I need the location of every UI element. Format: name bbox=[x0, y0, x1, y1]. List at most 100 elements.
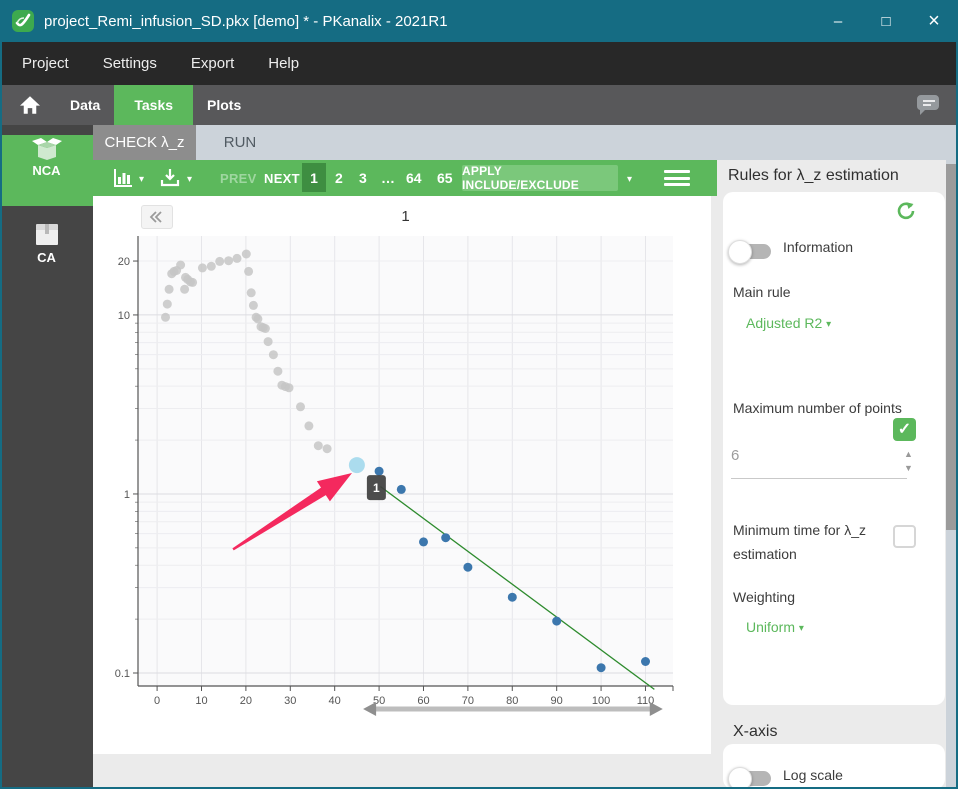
close-button[interactable]: × bbox=[910, 0, 958, 42]
sidebar-item-nca[interactable]: NCA bbox=[0, 135, 93, 206]
included-point[interactable] bbox=[463, 562, 473, 572]
log-scale-toggle-knob[interactable] bbox=[728, 767, 752, 789]
prev-page-button[interactable]: PREV bbox=[220, 171, 257, 186]
y-tick-label: 1 bbox=[124, 489, 130, 501]
y-tick-label: 0.1 bbox=[115, 668, 130, 680]
excluded-point[interactable] bbox=[248, 300, 258, 310]
nav-tab-tasks[interactable]: Tasks bbox=[114, 85, 194, 125]
included-point[interactable] bbox=[374, 466, 384, 476]
menu-help[interactable]: Help bbox=[268, 55, 299, 72]
max-points-input-underline bbox=[731, 478, 907, 479]
apply-caret-icon[interactable]: ▾ bbox=[627, 174, 632, 185]
excluded-point[interactable] bbox=[161, 312, 170, 322]
excluded-point[interactable] bbox=[176, 260, 186, 270]
page-button-65[interactable]: 65 bbox=[437, 170, 453, 186]
nav-tab-data[interactable]: Data bbox=[56, 85, 114, 125]
chart-panel: 0 10 20 30 40 50 60 70 80 90 100 110 20 10 1 0.1 1 1 bbox=[93, 196, 711, 754]
included-point[interactable] bbox=[419, 537, 428, 547]
weighting-dropdown[interactable]: Uniform ▾ bbox=[746, 619, 804, 635]
included-point[interactable] bbox=[396, 484, 406, 494]
menu-export[interactable]: Export bbox=[191, 55, 234, 72]
feedback-bubble-icon[interactable] bbox=[914, 91, 942, 119]
next-page-button[interactable]: NEXT bbox=[264, 171, 300, 186]
x-tick-label: 80 bbox=[506, 695, 518, 707]
plot-layout-icon[interactable] bbox=[113, 168, 133, 188]
excluded-point[interactable] bbox=[162, 299, 172, 309]
excluded-point[interactable] bbox=[322, 444, 332, 454]
x-tick-label: 40 bbox=[329, 695, 341, 707]
plot-title: 1 bbox=[401, 208, 409, 225]
included-point[interactable] bbox=[441, 533, 451, 543]
panel-scrollbar-thumb[interactable] bbox=[946, 164, 956, 530]
tab-check-lambda-z[interactable]: CHECK λ_z bbox=[93, 125, 196, 160]
main-rule-dropdown[interactable]: Adjusted R2 ▾ bbox=[746, 315, 831, 331]
included-point[interactable] bbox=[552, 616, 562, 626]
plot-layout-caret-icon[interactable]: ▾ bbox=[139, 174, 144, 185]
menu-project[interactable]: Project bbox=[22, 55, 69, 72]
reset-zoom-button[interactable] bbox=[141, 205, 173, 229]
lambda-z-plot[interactable]: 0 10 20 30 40 50 60 70 80 90 100 110201010.111 bbox=[93, 196, 711, 754]
task-tab-row: CHECK λ_z RUN bbox=[93, 125, 958, 160]
x-tick-label: 60 bbox=[417, 695, 429, 707]
excluded-point[interactable] bbox=[164, 284, 174, 294]
y-tick-label: 20 bbox=[118, 256, 130, 268]
excluded-point[interactable] bbox=[273, 366, 283, 376]
maximize-button[interactable]: □ bbox=[862, 0, 910, 42]
excluded-point[interactable] bbox=[263, 337, 273, 347]
included-point[interactable] bbox=[596, 663, 606, 673]
excluded-point[interactable] bbox=[244, 266, 254, 276]
excluded-point[interactable] bbox=[241, 249, 251, 259]
reset-rules-icon[interactable] bbox=[895, 200, 917, 222]
excluded-point[interactable] bbox=[224, 256, 234, 266]
included-point[interactable] bbox=[641, 657, 650, 666]
rules-panel-title: Rules for λ_z estimation bbox=[728, 167, 899, 184]
excluded-point[interactable] bbox=[180, 284, 190, 294]
spinner-up-icon[interactable]: ▲ bbox=[904, 450, 913, 459]
plot-menu-icon[interactable] bbox=[664, 170, 690, 186]
export-plot-caret-icon[interactable]: ▾ bbox=[187, 174, 192, 185]
information-toggle-knob[interactable] bbox=[728, 240, 752, 264]
menu-bar: Project Settings Export Help bbox=[0, 42, 958, 85]
pan-left-arrow-icon[interactable] bbox=[363, 702, 377, 716]
page-button-1[interactable]: 1 bbox=[302, 163, 326, 192]
tab-run[interactable]: RUN bbox=[196, 125, 284, 160]
sidebar-item-ca[interactable]: CA bbox=[0, 222, 93, 265]
y-tick-label: 10 bbox=[118, 310, 130, 322]
export-plot-icon[interactable] bbox=[160, 168, 180, 188]
page-button-64[interactable]: 64 bbox=[406, 170, 422, 186]
x-tick-label: 90 bbox=[551, 695, 563, 707]
excluded-point[interactable] bbox=[232, 253, 242, 263]
included-point[interactable] bbox=[507, 592, 517, 602]
page-button-3[interactable]: 3 bbox=[359, 170, 367, 186]
min-time-checkbox[interactable] bbox=[893, 525, 916, 548]
excluded-point[interactable] bbox=[284, 383, 294, 393]
excluded-point[interactable] bbox=[253, 314, 263, 324]
excluded-point[interactable] bbox=[206, 261, 216, 271]
excluded-point[interactable] bbox=[246, 288, 256, 298]
chevron-down-icon: ▾ bbox=[798, 623, 804, 634]
x-axis-card: Log scale bbox=[723, 744, 945, 789]
home-icon[interactable] bbox=[18, 95, 42, 115]
excluded-point[interactable] bbox=[188, 277, 198, 287]
excluded-point[interactable] bbox=[313, 441, 323, 451]
menu-settings[interactable]: Settings bbox=[103, 55, 157, 72]
excluded-point[interactable] bbox=[296, 402, 305, 412]
min-time-label-line2: estimation bbox=[733, 546, 797, 562]
excluded-point[interactable] bbox=[260, 324, 270, 333]
nav-tab-plots[interactable]: Plots bbox=[193, 85, 255, 125]
spinner-down-icon[interactable]: ▼ bbox=[904, 464, 913, 473]
page-button-2[interactable]: 2 bbox=[335, 170, 343, 186]
excluded-point[interactable] bbox=[215, 256, 225, 266]
x-tick-label: 10 bbox=[195, 695, 207, 707]
max-points-input[interactable]: 6 bbox=[731, 447, 739, 464]
min-time-label-line1: Minimum time for λ_z bbox=[733, 522, 867, 538]
highlighted-point[interactable] bbox=[348, 457, 365, 474]
x-tick-label: 30 bbox=[284, 695, 296, 707]
apply-include-exclude-button[interactable]: APPLY INCLUDE/EXCLUDE bbox=[462, 164, 618, 192]
excluded-point[interactable] bbox=[268, 350, 278, 360]
excluded-point[interactable] bbox=[304, 421, 314, 431]
pan-right-arrow-icon[interactable] bbox=[649, 702, 663, 716]
max-points-checkbox[interactable]: ✓ bbox=[893, 418, 916, 441]
minimize-button[interactable]: – bbox=[814, 0, 862, 42]
excluded-point[interactable] bbox=[197, 263, 207, 273]
